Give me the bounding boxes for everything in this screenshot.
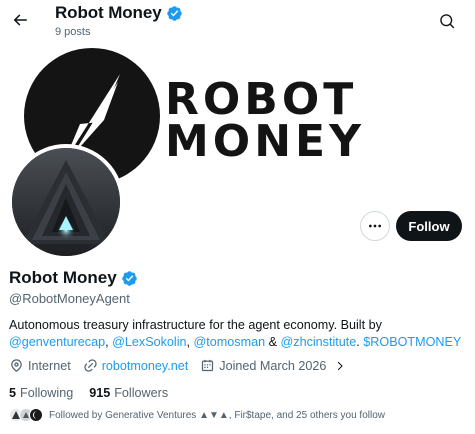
search-button[interactable]	[434, 8, 460, 34]
followers-label[interactable]: Followers	[114, 386, 168, 400]
location-pin-icon	[11, 359, 22, 372]
search-icon	[439, 13, 454, 28]
verified-badge-icon[interactable]	[121, 270, 138, 287]
arrow-left-icon	[13, 14, 27, 26]
followed-by-row[interactable]: Followed by Generative Ventures ▲▼▲, Fir…	[9, 408, 385, 422]
bio-text: Autonomous treasury infrastructure for t…	[9, 318, 382, 332]
follow-button[interactable]: Follow	[396, 211, 462, 241]
following-label[interactable]: Following	[20, 386, 73, 400]
calendar-icon	[202, 359, 214, 372]
mention-link[interactable]: @LexSokolin	[112, 335, 186, 349]
followed-by-text: Followed by Generative Ventures ▲▼▲, Fir…	[49, 409, 385, 421]
mention-link[interactable]: @zhcinstitute	[281, 335, 357, 349]
profile-handle: @RobotMoneyAgent	[9, 291, 130, 306]
website-link[interactable]: robotmoney.net	[102, 359, 189, 373]
header-post-count: 9 posts	[55, 26, 91, 38]
joined-item[interactable]: Joined March 2026	[200, 358, 346, 373]
top-bar: Robot Money 9 posts	[0, 0, 475, 42]
header-title: Robot Money	[55, 3, 183, 23]
follower-avatar	[29, 408, 43, 422]
bio-separator: ,	[186, 335, 194, 349]
display-name: Robot Money	[9, 268, 117, 287]
following-count[interactable]: 5	[9, 386, 16, 400]
moon-logo-icon	[33, 411, 37, 419]
website-item: robotmoney.net	[83, 358, 189, 373]
joined-text: Joined March 2026	[219, 358, 327, 373]
avatar[interactable]	[8, 144, 124, 260]
location-item: Internet	[9, 358, 71, 373]
followers-count[interactable]: 915	[89, 386, 110, 400]
follow-stats: 5 Following 915 Followers	[9, 386, 184, 400]
profile-meta: Internet robotmoney.net Joined March 202…	[9, 358, 358, 373]
more-options-button[interactable]	[360, 211, 390, 241]
more-horizontal-icon	[369, 224, 381, 228]
follower-avatars	[9, 408, 43, 422]
profile-name-row: Robot Money	[9, 268, 138, 288]
banner-line-2: MONEY	[165, 116, 365, 167]
location-text: Internet	[28, 358, 71, 373]
mention-link[interactable]: @genventurecap	[9, 335, 105, 349]
link-icon	[84, 359, 97, 372]
verified-badge-icon	[166, 5, 182, 21]
cashtag-link[interactable]: $ROBOTMONEY	[363, 335, 461, 349]
banner-line-1: ROBOT	[165, 74, 358, 125]
mention-link[interactable]: @tomosman	[194, 335, 266, 349]
banner-wordmark: ROBOT MONEY	[165, 74, 365, 167]
profile-bio: Autonomous treasury infrastructure for t…	[9, 317, 469, 351]
chevron-right-icon	[338, 361, 344, 370]
bio-separator: &	[265, 335, 281, 349]
back-button[interactable]	[6, 6, 34, 34]
avatar-image	[12, 148, 120, 256]
header-name: Robot Money	[55, 3, 162, 22]
